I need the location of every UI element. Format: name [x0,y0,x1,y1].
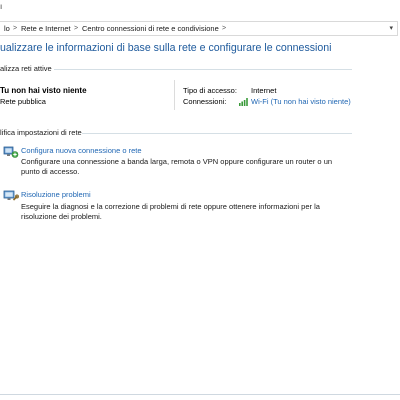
window-top-strip: ı [0,0,400,16]
window-glyph-icon: ı [0,2,3,11]
connections-label: Connessioni: [183,97,227,106]
setup-connection-desc-2: punto di accesso. [21,167,80,176]
network-type: Rete pubblica [0,97,46,106]
address-history-chevron-icon[interactable]: ▾ [389,24,393,34]
network-name: Tu non hai visto niente [0,86,87,95]
active-networks-header: alizza reti attive [0,64,52,73]
change-settings-header: lifica impostazioni di rete [0,128,82,137]
troubleshoot-icon[interactable] [3,189,19,203]
breadcrumb-separator-icon[interactable]: > [74,24,78,34]
troubleshoot-desc-2: risoluzione dei problemi. [21,212,102,221]
access-type-value: Internet [251,86,277,95]
troubleshoot-desc-1: Eseguire la diagnosi e la correzione di … [21,202,320,211]
window-bottom-border [0,394,400,395]
breadcrumb-control-panel[interactable]: lo [4,24,10,34]
breadcrumb-separator-icon[interactable]: > [13,24,17,34]
address-bar[interactable]: lo > Rete e Internet > Centro connession… [0,21,398,36]
wifi-connection-link[interactable]: Wi-Fi (Tu non hai visto niente) [251,97,351,107]
wifi-signal-icon [239,98,248,106]
access-type-label: Tipo di accesso: [183,86,237,95]
page-title: ualizzare le informazioni di base sulla … [0,42,332,54]
setup-connection-desc-1: Configurare una connessione a banda larg… [21,157,333,166]
breadcrumb-network-center[interactable]: Centro connessioni di rete e condivision… [82,24,219,34]
troubleshoot-link[interactable]: Risoluzione problemi [21,190,91,200]
breadcrumb-separator-icon[interactable]: > [222,24,226,34]
network-info-divider [174,80,175,110]
breadcrumb-network-internet[interactable]: Rete e Internet [21,24,71,34]
change-settings-rule [82,133,352,134]
control-panel-window: { "address": { "crumb_root": "lo", "crum… [0,0,400,400]
network-setup-icon[interactable] [3,145,19,159]
setup-connection-link[interactable]: Configura nuova connessione o rete [21,146,142,156]
active-networks-rule [54,69,352,70]
